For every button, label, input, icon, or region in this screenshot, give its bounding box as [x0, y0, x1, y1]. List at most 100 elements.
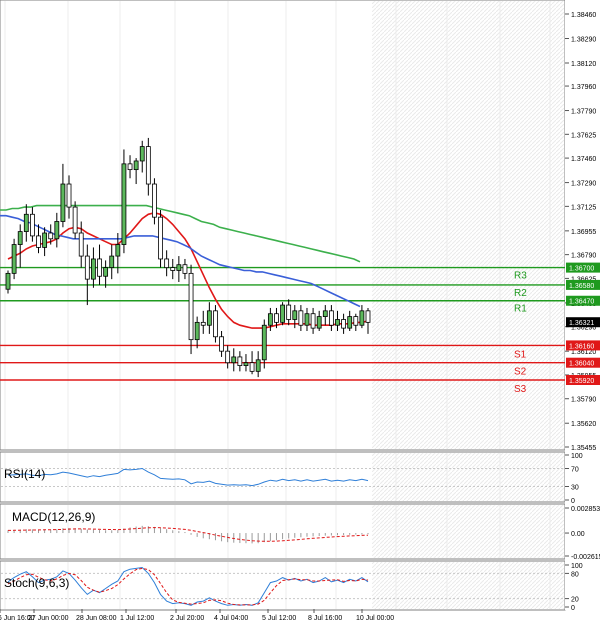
candle-body [176, 264, 182, 271]
time-tick-label: 2 Jul 20:00 [170, 615, 204, 622]
time-tick-label: 1 Jul 12:00 [120, 615, 154, 622]
price-tick-label: 1.35620 [571, 421, 596, 428]
candle-body [152, 183, 157, 218]
candle-body [5, 272, 11, 290]
candle-body [219, 336, 224, 352]
candle-body [127, 163, 133, 171]
price-tick-label: 1.37290 [571, 181, 596, 188]
candle-body [60, 183, 66, 222]
price-tick-label: 1.37625 [571, 132, 596, 139]
level-price-value: 1.36700 [569, 266, 594, 273]
price-tick-label: 1.38120 [571, 61, 596, 68]
candle-body [78, 232, 84, 257]
stoch-tick-label: 0 [571, 605, 575, 612]
rsi-tick-label: 70 [571, 467, 579, 474]
candle-body [274, 313, 279, 323]
candle-body [30, 213, 35, 237]
candle-body [48, 232, 54, 240]
candle-body [103, 267, 109, 277]
candle-body [304, 313, 310, 326]
candle-body [109, 255, 115, 269]
candle-body [298, 310, 304, 326]
candle-body [42, 232, 48, 248]
candle-body [158, 216, 163, 260]
candle-body [225, 350, 231, 364]
stoch-tick-label: 80 [571, 571, 579, 578]
rsi-tick-label: 0 [571, 498, 575, 505]
level-label-s2: S2 [514, 367, 527, 378]
candle-body [97, 258, 102, 277]
candle-body [145, 146, 151, 185]
candle-body [66, 183, 72, 208]
level-label-r1: R1 [514, 304, 527, 315]
time-tick-label: 5 Jul 12:00 [262, 615, 296, 622]
candle-body [359, 310, 365, 326]
price-tick-label: 1.37460 [571, 156, 596, 163]
candle-body [353, 316, 359, 326]
level-price-value: 1.35920 [569, 378, 594, 385]
time-tick-label: 28 Jun 08:00 [76, 615, 117, 622]
candle-body [133, 160, 139, 171]
candle-body [286, 304, 292, 320]
candle-body [200, 321, 206, 326]
price-tick-label: 1.35455 [571, 445, 596, 452]
macd-tick-label: -0.002615 [571, 554, 600, 561]
price-tick-label: 1.37790 [571, 109, 596, 116]
level-price-value: 1.36580 [569, 283, 594, 290]
price-tick-label: 1.37125 [571, 204, 596, 211]
candle-body [347, 316, 353, 329]
candle-body [11, 244, 17, 274]
candle-body [316, 316, 322, 329]
rsi-tick-label: 100 [571, 453, 583, 460]
candle-body [213, 310, 218, 338]
candle-body [54, 221, 60, 240]
candle-body [249, 362, 255, 372]
price-tick-label: 1.36790 [571, 253, 596, 260]
candle-body [267, 313, 273, 326]
macd-tick-label: 0.00 [571, 531, 585, 538]
candle-body [84, 255, 90, 280]
candle-body [231, 356, 237, 364]
candle-body [261, 324, 267, 361]
candle-body [322, 310, 328, 317]
candle-body [365, 310, 371, 323]
candle-body [164, 258, 170, 269]
time-tick-label: 10 Jul 00:00 [356, 615, 394, 622]
candle-body [91, 258, 96, 280]
price-tick-label: 1.37960 [571, 84, 596, 91]
candle-body [292, 310, 298, 320]
stoch-tick-label: 100 [571, 563, 583, 570]
level-label-r2: R2 [514, 288, 527, 299]
candle-body [17, 231, 23, 245]
price-tick-label: 1.38290 [571, 36, 596, 43]
candle-body [115, 244, 121, 257]
rsi-tick-label: 30 [571, 485, 579, 492]
price-tick-label: 1.35790 [571, 397, 596, 404]
candle-body [170, 267, 176, 271]
candle-body [310, 313, 316, 329]
candle-body [23, 213, 29, 232]
candle-body [182, 264, 188, 274]
level-label-s1: S1 [514, 349, 527, 360]
candle-body [335, 319, 340, 326]
rsi-title: RSI(14) [4, 467, 45, 481]
current-price-value: 1.36321 [569, 320, 594, 327]
price-tick-label: 1.38460 [571, 12, 596, 19]
time-tick-label: 8 Jul 16:00 [308, 615, 342, 622]
candle-body [72, 206, 78, 234]
candle-body [237, 356, 243, 366]
macd-title: MACD(12,26,9) [12, 510, 95, 524]
chart-canvas: R3 R2 R1 S1 S2 S3 1.38460 1.38290 1.38120 1.3796… [0, 0, 600, 625]
candle-body [188, 272, 194, 341]
candle-body [206, 310, 212, 326]
candle-body [280, 304, 285, 323]
candle-body [328, 310, 334, 326]
candle-body [243, 362, 249, 366]
candle-body [194, 321, 200, 341]
time-tick-label: 4 Jul 04:00 [214, 615, 248, 622]
stoch-title: Stoch(9,6,3) [4, 576, 69, 590]
level-price-value: 1.36160 [569, 343, 594, 350]
candle-body [341, 319, 346, 329]
candle-body [255, 359, 261, 372]
stoch-tick-label: 20 [571, 597, 579, 604]
